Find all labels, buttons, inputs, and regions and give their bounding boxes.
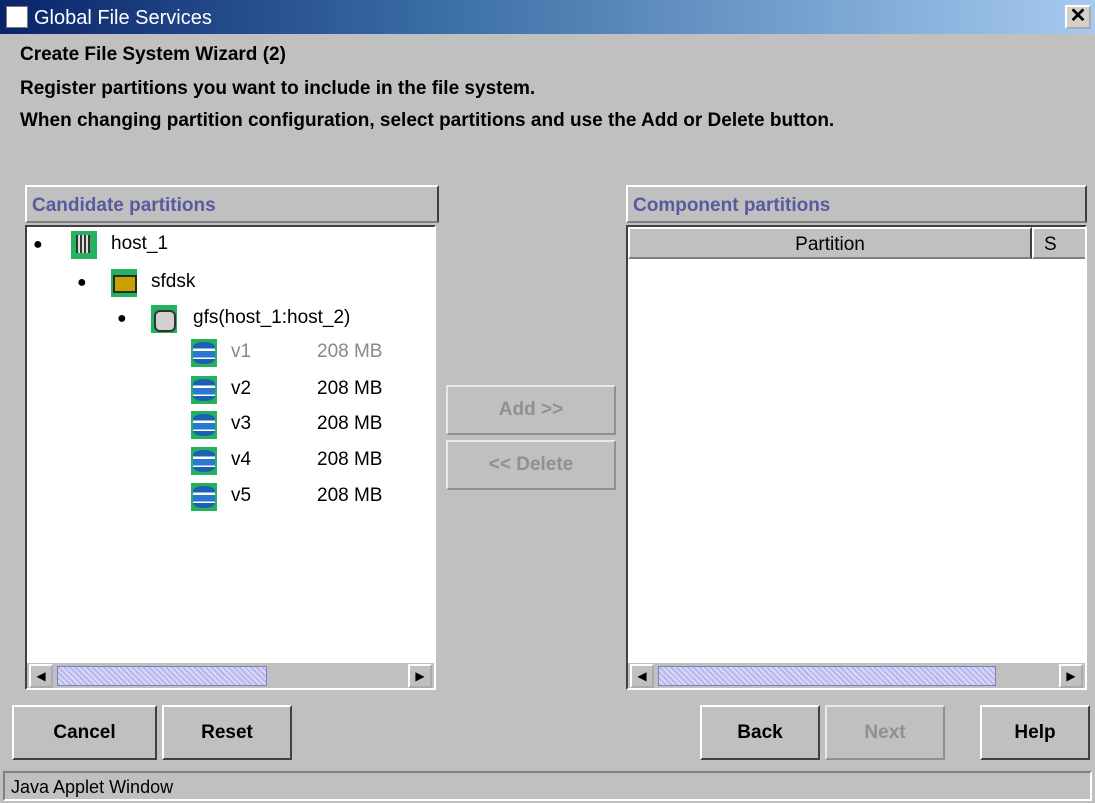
- volume-icon: [191, 483, 217, 511]
- wizard-heading: Create File System Wizard (2): [20, 44, 286, 65]
- app-icon: [6, 6, 28, 28]
- volume-size: 208 MB: [317, 341, 383, 362]
- volume-name: v4: [231, 449, 252, 470]
- scroll-left-icon[interactable]: ◀: [29, 664, 53, 688]
- scroll-left-icon[interactable]: ◀: [630, 664, 654, 688]
- cancel-button[interactable]: Cancel: [12, 705, 157, 760]
- volume-name: v3: [231, 413, 252, 434]
- column-header-size[interactable]: S: [1032, 227, 1085, 259]
- volume-name: v1: [231, 341, 252, 362]
- class-label: sfdsk: [151, 271, 196, 292]
- tree-node-volume[interactable]: v3 208 MB: [27, 409, 427, 443]
- tree-node-volume[interactable]: v1 208 MB: [27, 337, 427, 371]
- back-button[interactable]: Back: [700, 705, 820, 760]
- volume-size: 208 MB: [317, 413, 383, 434]
- expand-handle-icon[interactable]: ●: [33, 236, 43, 254]
- close-button[interactable]: ✕: [1065, 5, 1091, 29]
- volume-name: v5: [231, 485, 252, 506]
- host-icon: [71, 231, 97, 259]
- add-button[interactable]: Add >>: [446, 385, 616, 435]
- tree-node-volume[interactable]: v5 208 MB: [27, 481, 427, 515]
- scroll-thumb[interactable]: [57, 666, 267, 686]
- tree-node-group[interactable]: ● gfs(host_1:host_2): [27, 303, 427, 337]
- tree-node-host[interactable]: ● host_1: [27, 229, 427, 263]
- volume-size: 208 MB: [317, 378, 383, 399]
- tree-node-volume[interactable]: v2 208 MB: [27, 374, 427, 408]
- title-bar: Global File Services ✕: [0, 0, 1095, 34]
- tree-node-volume[interactable]: v4 208 MB: [27, 445, 427, 479]
- scroll-right-icon[interactable]: ▶: [1059, 664, 1083, 688]
- reset-button[interactable]: Reset: [162, 705, 292, 760]
- volume-icon: [191, 447, 217, 475]
- expand-handle-icon[interactable]: ●: [117, 310, 127, 328]
- tree-node-class[interactable]: ● sfdsk: [27, 267, 427, 301]
- component-partitions-header: Component partitions: [626, 185, 1087, 223]
- volume-name: v2: [231, 378, 252, 399]
- volume-icon: [191, 376, 217, 404]
- candidate-hscrollbar[interactable]: ◀ ▶: [27, 662, 434, 688]
- delete-button[interactable]: << Delete: [446, 440, 616, 490]
- candidate-tree[interactable]: ● host_1 ● sfdsk ● gfs(host_1:host_2) v1…: [25, 225, 436, 690]
- next-button[interactable]: Next: [825, 705, 945, 760]
- host-label: host_1: [111, 233, 169, 254]
- help-button[interactable]: Help: [980, 705, 1090, 760]
- expand-handle-icon[interactable]: ●: [77, 274, 87, 292]
- volume-size: 208 MB: [317, 485, 383, 506]
- scroll-thumb[interactable]: [658, 666, 996, 686]
- disk-class-icon: [111, 269, 137, 297]
- component-table[interactable]: Partition S: [626, 225, 1087, 690]
- instruction-line-2: When changing partition configuration, s…: [20, 110, 835, 131]
- candidate-partitions-header: Candidate partitions: [25, 185, 439, 223]
- scroll-right-icon[interactable]: ▶: [408, 664, 432, 688]
- window-title: Global File Services: [34, 7, 212, 29]
- volume-size: 208 MB: [317, 449, 383, 470]
- volume-icon: [191, 411, 217, 439]
- group-icon: [151, 305, 177, 333]
- volume-icon: [191, 339, 217, 367]
- status-bar: Java Applet Window: [3, 771, 1092, 801]
- instruction-line-1: Register partitions you want to include …: [20, 78, 536, 99]
- component-hscrollbar[interactable]: ◀ ▶: [628, 662, 1085, 688]
- group-label: gfs(host_1:host_2): [193, 307, 351, 328]
- column-header-partition[interactable]: Partition: [628, 227, 1032, 259]
